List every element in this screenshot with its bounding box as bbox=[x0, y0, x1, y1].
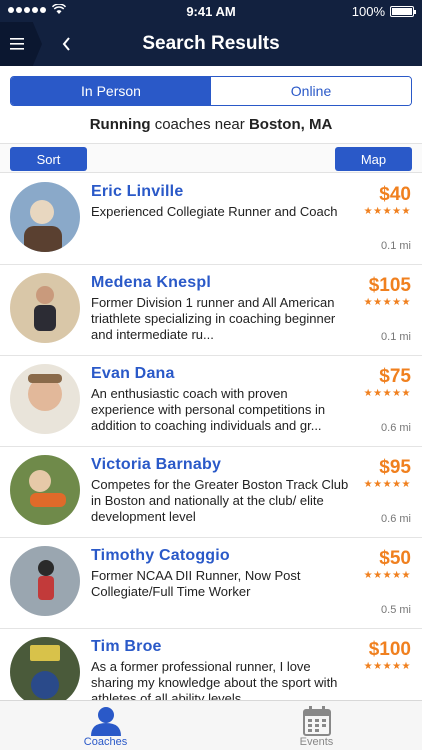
rating-stars-icon: ★★★★★ bbox=[363, 206, 411, 217]
battery-icon bbox=[390, 6, 416, 17]
coach-description: As a former professional runner, I love … bbox=[91, 659, 338, 700]
summary-middle: coaches near bbox=[150, 116, 249, 133]
coach-row[interactable]: Evan Dana An enthusiastic coach with pro… bbox=[0, 356, 422, 447]
coach-distance: 0.1 mi bbox=[381, 331, 411, 343]
coach-name: Medena Knespl bbox=[91, 274, 211, 291]
rating-stars-icon: ★★★★★ bbox=[363, 297, 411, 308]
coach-description: Experienced Collegiate Runner and Coach bbox=[91, 204, 338, 219]
coach-name: Tim Broe bbox=[91, 638, 162, 655]
coach-description: Competes for the Greater Boston Track Cl… bbox=[91, 477, 349, 524]
coach-distance: 0.1 mi bbox=[381, 240, 411, 252]
avatar bbox=[10, 182, 80, 252]
rating-stars-icon: ★★★★★ bbox=[363, 570, 411, 581]
calendar-icon bbox=[302, 706, 331, 736]
battery-area: 100% bbox=[351, 4, 416, 19]
avatar bbox=[10, 364, 80, 434]
coach-name: Evan Dana bbox=[91, 365, 175, 382]
coach-description: Former NCAA DII Runner, Now Post Collegi… bbox=[91, 568, 301, 599]
navbar: Search Results bbox=[0, 22, 422, 66]
coach-row[interactable]: Eric Linville Experienced Collegiate Run… bbox=[0, 174, 422, 265]
coach-price: $100 bbox=[368, 639, 411, 660]
location-label: Boston, MA bbox=[248, 116, 333, 133]
search-summary: Running coaches near Boston, MA bbox=[0, 116, 422, 133]
coach-distance: 0.6 mi bbox=[381, 422, 411, 434]
avatar bbox=[10, 273, 80, 343]
rating-stars-icon: ★★★★★ bbox=[363, 479, 411, 490]
coach-price: $75 bbox=[379, 366, 411, 387]
tab-coaches[interactable]: Coaches bbox=[0, 701, 211, 750]
coach-price: $95 bbox=[379, 457, 411, 478]
coach-description: An enthusiastic coach with proven experi… bbox=[91, 386, 326, 433]
battery-percent: 100% bbox=[351, 4, 385, 19]
avatar bbox=[10, 455, 80, 525]
map-button[interactable]: Map bbox=[335, 147, 412, 171]
coach-description: Former Division 1 runner and All America… bbox=[91, 295, 336, 342]
mode-segmented-control: In Person Online bbox=[10, 76, 412, 106]
coach-price: $40 bbox=[379, 184, 411, 205]
coach-row[interactable]: Victoria Barnaby Competes for the Greate… bbox=[0, 447, 422, 538]
coach-row[interactable]: Tim Broe As a former professional runner… bbox=[0, 629, 422, 700]
coach-name: Victoria Barnaby bbox=[91, 456, 222, 473]
tab-in-person[interactable]: In Person bbox=[11, 77, 211, 105]
rating-stars-icon: ★★★★★ bbox=[363, 661, 411, 672]
rating-stars-icon: ★★★★★ bbox=[363, 388, 411, 399]
coach-row[interactable]: Timothy Catoggio Former NCAA DII Runner,… bbox=[0, 538, 422, 629]
page-title: Search Results bbox=[142, 33, 280, 54]
status-bar: 9:41 AM 100% bbox=[0, 0, 422, 22]
coach-price: $105 bbox=[368, 275, 411, 296]
coach-name: Eric Linville bbox=[91, 183, 184, 200]
person-icon bbox=[90, 707, 121, 736]
coach-list: Eric Linville Experienced Collegiate Run… bbox=[0, 174, 422, 700]
tab-bar: Coaches Events bbox=[0, 700, 422, 750]
coach-name: Timothy Catoggio bbox=[91, 547, 230, 564]
tab-events-label: Events bbox=[299, 736, 334, 748]
tab-online[interactable]: Online bbox=[211, 77, 411, 105]
coach-row[interactable]: Medena Knespl Former Division 1 runner a… bbox=[0, 265, 422, 356]
avatar bbox=[10, 637, 80, 700]
avatar bbox=[10, 546, 80, 616]
tab-coaches-label: Coaches bbox=[83, 736, 128, 748]
tab-events[interactable]: Events bbox=[211, 701, 422, 750]
action-row: Sort Map bbox=[0, 143, 422, 173]
activity-label: Running bbox=[89, 116, 151, 133]
coach-distance: 0.6 mi bbox=[381, 513, 411, 525]
coach-distance: 0.5 mi bbox=[381, 604, 411, 616]
coach-price: $50 bbox=[379, 548, 411, 569]
sort-button[interactable]: Sort bbox=[10, 147, 87, 171]
